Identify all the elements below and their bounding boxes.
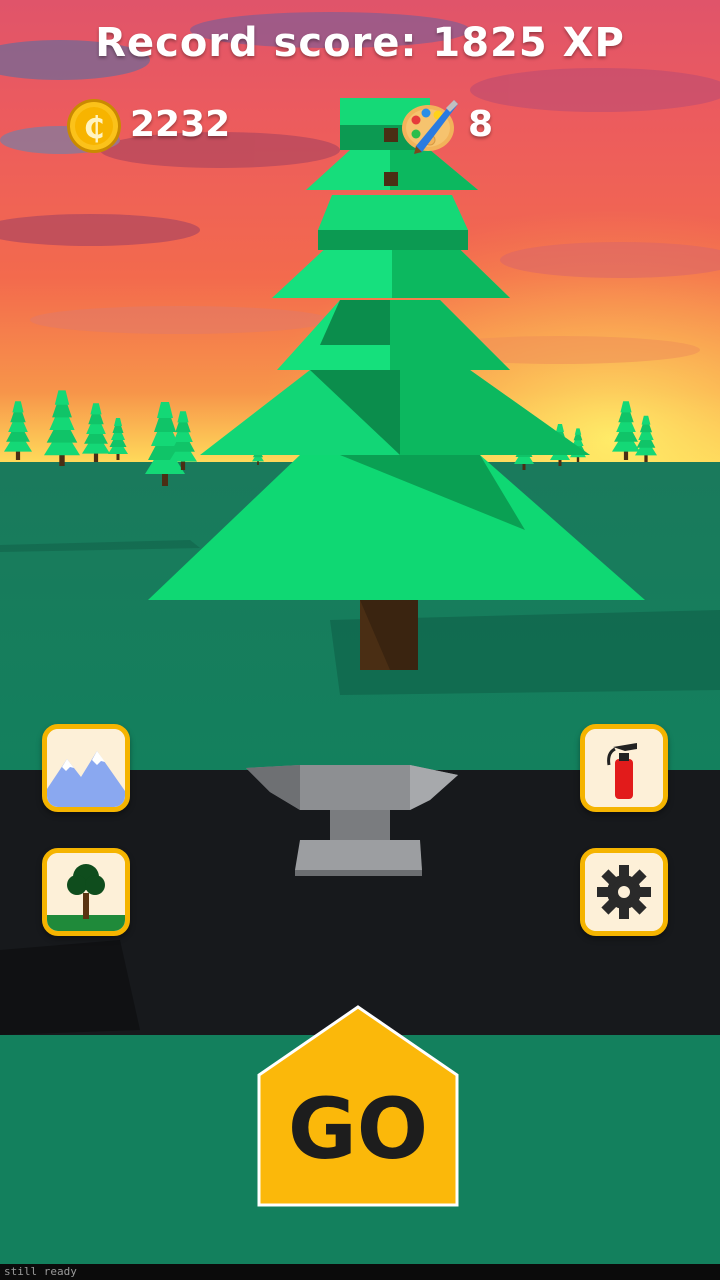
scenery-button[interactable] <box>42 724 130 812</box>
paint-palette-icon <box>402 100 458 154</box>
gear-icon <box>585 853 663 931</box>
settings-button[interactable] <box>580 848 668 936</box>
status-bar: still ready <box>0 1264 720 1280</box>
coins-count: 2232 <box>130 104 231 145</box>
record-score: Record score: 1825 XP <box>95 20 625 66</box>
coin-symbol: ₵ <box>84 111 105 146</box>
tree-select-button[interactable] <box>42 848 130 936</box>
fire-extinguisher-icon <box>585 729 663 807</box>
palette-count: 8 <box>468 104 494 145</box>
go-button[interactable] <box>257 1005 459 1207</box>
coin-icon: ₵ <box>67 99 121 153</box>
fire-extinguisher-button[interactable] <box>580 724 668 812</box>
mountain-icon <box>47 729 125 807</box>
tree-icon <box>47 853 125 931</box>
